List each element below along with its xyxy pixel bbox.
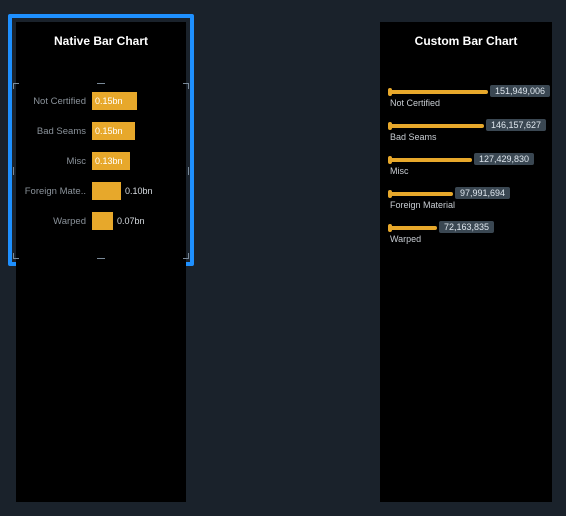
category-label: Warped xyxy=(16,216,92,227)
custom-title: Custom Bar Chart xyxy=(380,22,552,62)
bar xyxy=(390,90,488,94)
native-bar-chart-panel[interactable]: Native Bar Chart Not Certified0.15bnBad … xyxy=(16,22,186,502)
bar-track: 0.10bn xyxy=(92,182,186,200)
chart-row: 97,991,694Foreign Material xyxy=(390,188,542,222)
chart-row: 127,429,830 Misc xyxy=(390,154,542,188)
chart-row: 72,163,835 Warped xyxy=(390,222,542,256)
chart-row: Foreign Mate.. 0.10bn xyxy=(16,176,186,206)
resize-handle-icon[interactable] xyxy=(183,83,189,89)
category-label: Foreign Mate.. xyxy=(16,186,92,197)
category-label: Bad Seams xyxy=(16,126,92,137)
bar xyxy=(390,192,453,196)
category-label: Not Certified xyxy=(390,98,440,108)
custom-chart-area: 151,949,006Not Certified146,157,627Bad S… xyxy=(380,62,552,256)
native-chart-area: Not Certified0.15bnBad Seams0.15bnMisc0.… xyxy=(16,86,186,256)
value-label: 0.10bn xyxy=(125,182,153,200)
category-label: Not Certified xyxy=(16,96,92,107)
value-label: 0.07bn xyxy=(117,212,145,230)
chart-row: 151,949,006Not Certified xyxy=(390,86,542,120)
chart-row: Not Certified0.15bn xyxy=(16,86,186,116)
bar xyxy=(92,182,121,200)
category-label: Bad Seams xyxy=(390,132,437,142)
value-label: 151,949,006 xyxy=(490,85,550,97)
bar-track: 0.15bn xyxy=(92,92,186,110)
bar xyxy=(390,226,437,230)
bar xyxy=(390,158,472,162)
resize-handle-icon[interactable] xyxy=(97,255,105,259)
resize-handle-icon[interactable] xyxy=(13,83,19,89)
category-label: Warped xyxy=(390,234,421,244)
chart-row: Warped 0.07bn xyxy=(16,206,186,236)
bar-track: 0.13bn xyxy=(92,152,186,170)
bar xyxy=(92,212,113,230)
value-label: 0.15bn xyxy=(95,92,123,110)
resize-handle-icon[interactable] xyxy=(97,83,105,87)
chart-row: Misc0.13bn xyxy=(16,146,186,176)
bar-track: 0.07bn xyxy=(92,212,186,230)
resize-handle-icon[interactable] xyxy=(13,167,17,175)
chart-row: Bad Seams0.15bn xyxy=(16,116,186,146)
bar xyxy=(390,124,484,128)
category-label: Misc xyxy=(16,156,92,167)
custom-bar-chart-panel[interactable]: Custom Bar Chart 151,949,006Not Certifie… xyxy=(380,22,552,502)
value-label: 0.13bn xyxy=(95,152,123,170)
chart-row: 146,157,627Bad Seams xyxy=(390,120,542,154)
resize-handle-icon[interactable] xyxy=(183,253,189,259)
category-label: Misc xyxy=(390,166,409,176)
value-label: 127,429,830 xyxy=(474,153,534,165)
resize-handle-icon[interactable] xyxy=(13,253,19,259)
canvas: Native Bar Chart Not Certified0.15bnBad … xyxy=(0,0,566,516)
value-label: 146,157,627 xyxy=(486,119,546,131)
native-title: Native Bar Chart xyxy=(16,22,186,62)
category-label: Foreign Material xyxy=(390,200,455,210)
value-label: 72,163,835 xyxy=(439,221,494,233)
value-label: 97,991,694 xyxy=(455,187,510,199)
value-label: 0.15bn xyxy=(95,122,123,140)
bar-track: 0.15bn xyxy=(92,122,186,140)
